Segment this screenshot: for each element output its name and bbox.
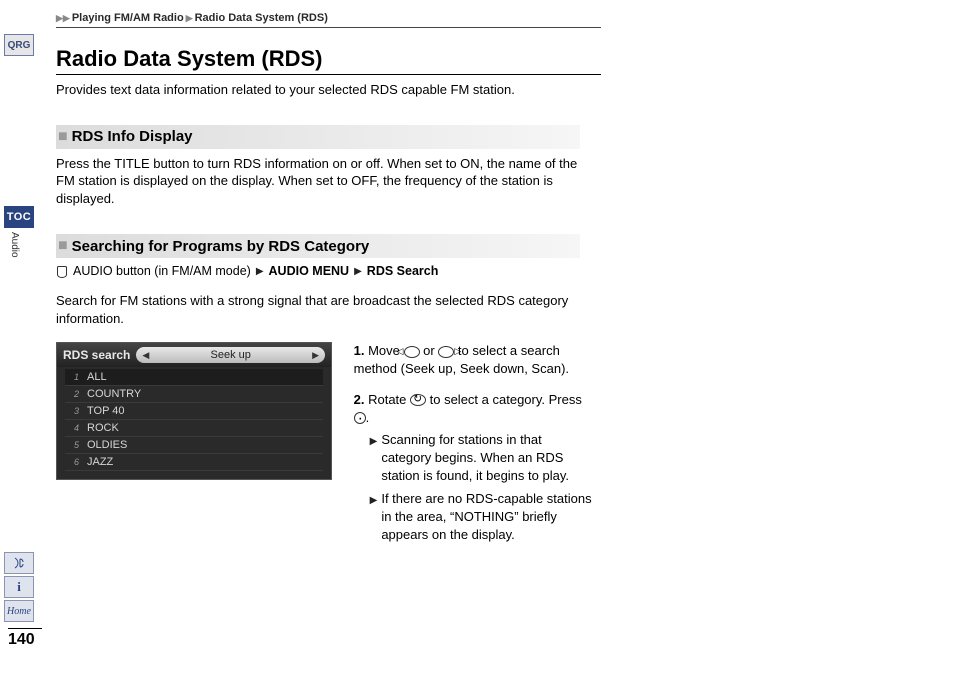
section-heading-text: Searching for Programs by RDS Category (72, 238, 370, 255)
joystick-right-icon (438, 346, 454, 358)
menu-path: AUDIO button (in FM/AM mode) ▶ AUDIO MEN… (56, 264, 601, 278)
nav-pre: AUDIO button (in FM/AM mode) (73, 264, 251, 278)
instruction-step-2: 2. Rotate to select a category. Press . … (354, 391, 594, 545)
instruction-list: 1. Move or to select a search method (Se… (354, 342, 594, 556)
device-screenshot: RDS search ◀ Seek up ▶ 1ALL 2COUNTRY 3TO… (56, 342, 332, 480)
square-bullet-icon: ■ (58, 128, 68, 146)
nav-step2: RDS Search (367, 264, 439, 278)
chevron-right-icon: ▶ (186, 13, 193, 24)
breadcrumb-level1[interactable]: Playing FM/AM Radio (72, 12, 184, 24)
info-icon[interactable]: i (4, 576, 34, 598)
section-heading-text: RDS Info Display (72, 128, 193, 145)
nav-step1: AUDIO MENU (269, 264, 350, 278)
lead-text: Provides text data information related t… (56, 81, 601, 99)
qrg-tab[interactable]: QRG (4, 34, 34, 56)
chevron-right-icon: ▶ (256, 266, 264, 277)
sidebar-section-label: Audio (9, 232, 20, 258)
toc-tab[interactable]: TOC (4, 206, 34, 228)
section2-intro: Search for FM stations with a strong sig… (56, 292, 580, 328)
instruction-step-1: 1. Move or to select a search method (Se… (354, 342, 594, 378)
chevron-right-icon: ▶ (370, 494, 378, 545)
device-mode-label: Seek up (211, 349, 251, 361)
device-screen-title: RDS search (63, 348, 130, 362)
chevron-right-icon: ▶▶ (56, 13, 70, 24)
square-bullet-icon: ■ (58, 237, 68, 255)
list-item: 5OLDIES (65, 437, 323, 454)
page-title: Radio Data System (RDS) (56, 46, 601, 72)
list-item: 3TOP 40 (65, 403, 323, 420)
section-heading-rds-info: ■ RDS Info Display (56, 125, 580, 149)
list-item: 4ROCK (65, 420, 323, 437)
chevron-right-icon: ▶ (370, 435, 378, 486)
section-heading-rds-search: ■ Searching for Programs by RDS Category (56, 234, 580, 258)
list-item: 2COUNTRY (65, 386, 323, 403)
list-item: 1ALL (65, 369, 323, 386)
joystick-left-icon (404, 346, 420, 358)
audio-button-icon (56, 264, 68, 278)
chevron-right-icon: ▶ (354, 266, 362, 277)
chevron-left-icon: ◀ (142, 350, 149, 361)
device-mode-pill: ◀ Seek up ▶ (136, 347, 325, 363)
home-icon[interactable]: Home (4, 600, 34, 622)
joystick-rotate-icon (410, 394, 426, 406)
breadcrumb-level2[interactable]: Radio Data System (RDS) (195, 12, 328, 24)
list-item: 6JAZZ (65, 454, 323, 471)
page-number: 140 (8, 628, 42, 649)
section1-body: Press the TITLE button to turn RDS infor… (56, 155, 580, 209)
breadcrumb: ▶▶ Playing FM/AM Radio ▶ Radio Data Syst… (56, 12, 601, 28)
chevron-right-icon: ▶ (312, 350, 319, 361)
instruction-sub-bullet: ▶ Scanning for stations in that category… (370, 431, 594, 486)
instruction-sub-bullet: ▶ If there are no RDS-capable stations i… (370, 490, 594, 545)
joystick-press-icon (354, 412, 366, 424)
device-category-list: 1ALL 2COUNTRY 3TOP 40 4ROCK 5OLDIES 6JAZ… (57, 367, 331, 473)
title-rule (56, 74, 601, 75)
voice-icon[interactable] (4, 552, 34, 574)
